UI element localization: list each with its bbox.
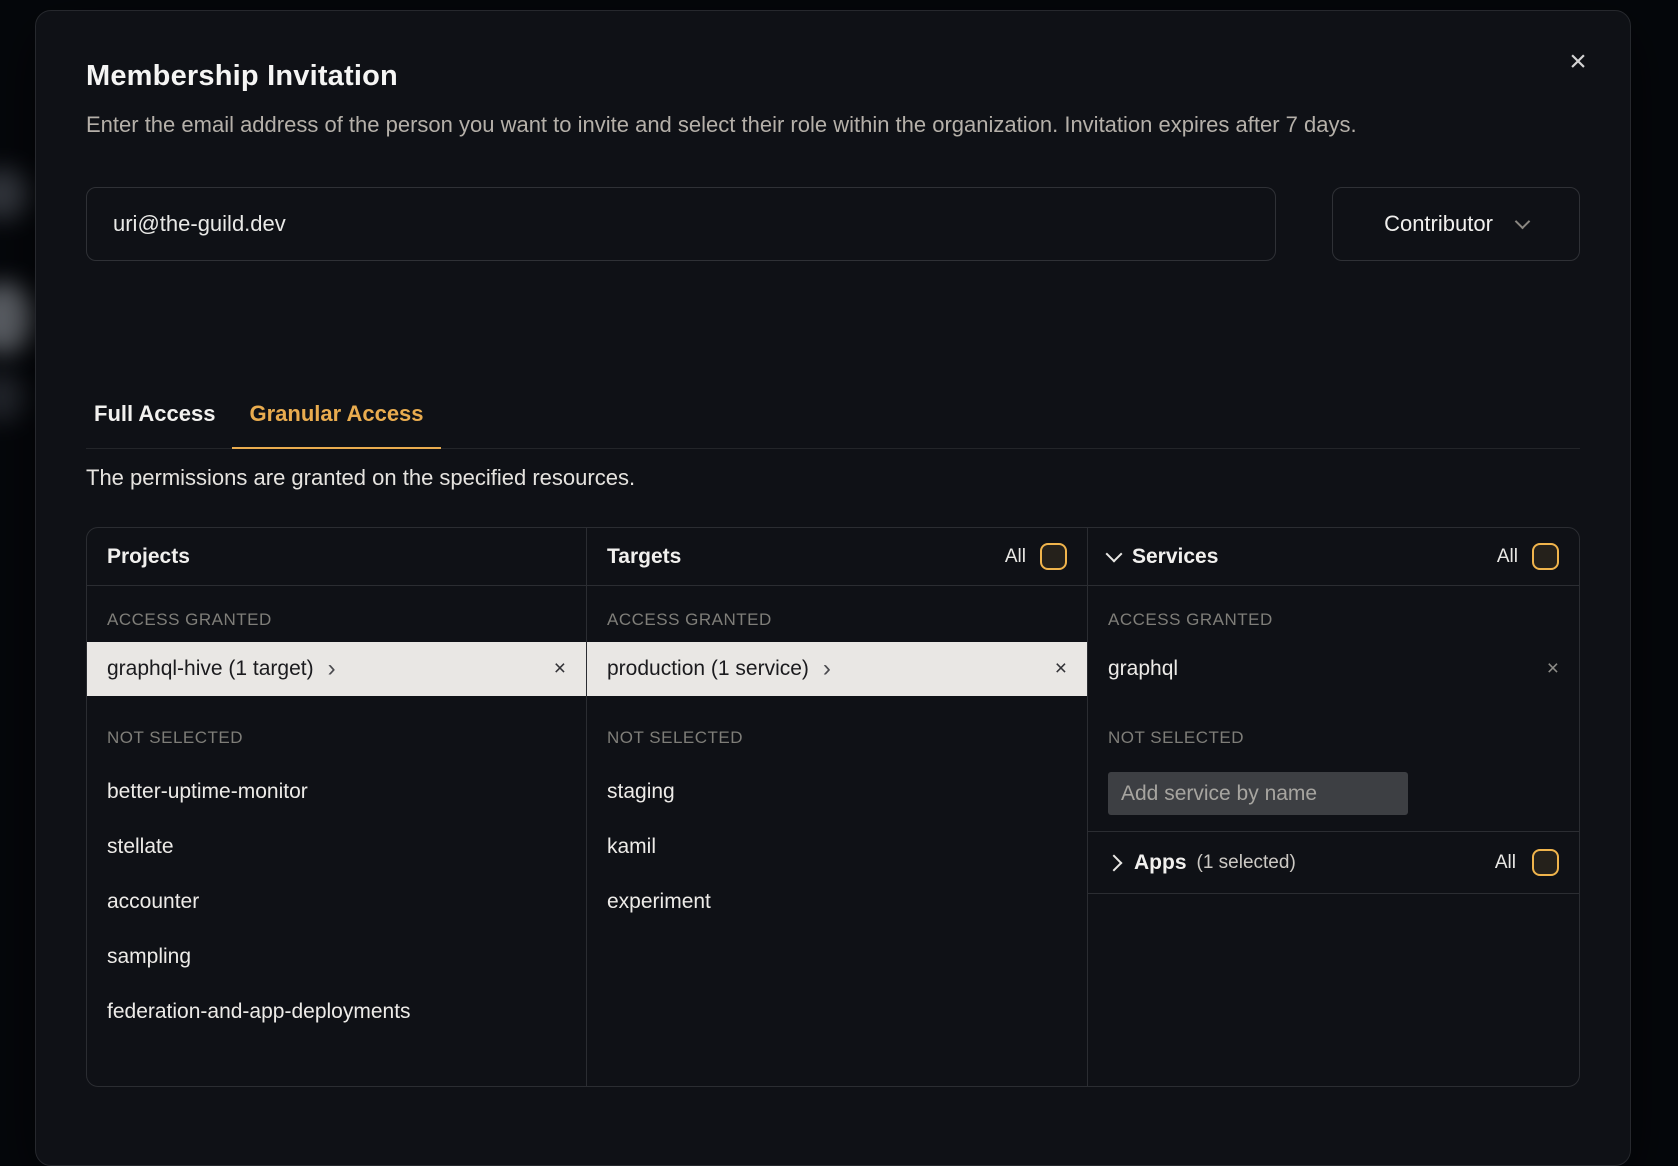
project-granted-row[interactable]: graphql-hive (1 target) › × [87, 642, 586, 696]
chevron-down-icon [1106, 546, 1123, 563]
services-content: ACCESS GRANTED graphql × NOT SELECTED [1088, 586, 1579, 832]
dialog-description: Enter the email address of the person yo… [86, 107, 1488, 143]
targets-all-label: All [1005, 546, 1026, 568]
apps-title: Apps [1134, 851, 1187, 875]
add-service-input[interactable] [1108, 772, 1408, 815]
chevron-right-icon: › [823, 659, 831, 679]
target-item[interactable]: experiment [587, 874, 1087, 929]
projects-not-selected-label: NOT SELECTED [87, 696, 586, 764]
project-granted-name: graphql-hive (1 target) [107, 657, 314, 681]
tab-granular-access[interactable]: Granular Access [232, 401, 440, 449]
project-item[interactable]: better-uptime-monitor [87, 764, 586, 819]
services-column: Services All ACCESS GRANTED graphql × NO… [1087, 528, 1579, 1086]
services-all-checkbox[interactable] [1532, 543, 1559, 570]
project-item[interactable]: stellate [87, 819, 586, 874]
targets-column: Targets All ACCESS GRANTED production (1… [586, 528, 1087, 1086]
targets-header: Targets All [587, 528, 1087, 586]
role-select-value: Contributor [1384, 211, 1493, 237]
target-granted-row[interactable]: production (1 service) › × [587, 642, 1087, 696]
projects-column: Projects ACCESS GRANTED graphql-hive (1 … [87, 528, 586, 1086]
services-not-selected-label: NOT SELECTED [1088, 696, 1579, 764]
remove-target-icon[interactable]: × [1055, 657, 1067, 681]
targets-access-granted-label: ACCESS GRANTED [587, 586, 1087, 642]
services-title: Services [1132, 545, 1218, 569]
project-item[interactable]: federation-and-app-deployments [87, 984, 586, 1039]
resources-panel: Projects ACCESS GRANTED graphql-hive (1 … [86, 527, 1580, 1087]
permissions-note: The permissions are granted on the speci… [86, 465, 1580, 491]
apps-all-checkbox[interactable] [1532, 849, 1559, 876]
services-access-granted-label: ACCESS GRANTED [1088, 586, 1579, 642]
invite-form-row: Contributor [86, 187, 1580, 261]
remove-service-icon[interactable]: × [1547, 657, 1559, 681]
apps-all-label: All [1495, 852, 1516, 874]
backdrop-blur-blob [0, 372, 26, 422]
project-item[interactable]: accounter [87, 874, 586, 929]
access-tabs: Full Access Granular Access [86, 401, 1580, 449]
membership-invitation-dialog: × Membership Invitation Enter the email … [35, 10, 1631, 1166]
services-all-label: All [1497, 546, 1518, 568]
targets-not-selected-label: NOT SELECTED [587, 696, 1087, 764]
targets-title: Targets [607, 545, 681, 569]
project-item[interactable]: sampling [87, 929, 586, 984]
close-icon[interactable]: × [1560, 45, 1596, 81]
projects-access-granted-label: ACCESS GRANTED [87, 586, 586, 642]
apps-section-row[interactable]: Apps (1 selected) All [1088, 832, 1579, 894]
projects-header: Projects [87, 528, 586, 586]
dialog-title: Membership Invitation [86, 59, 1580, 93]
role-select[interactable]: Contributor [1332, 187, 1580, 261]
chevron-right-icon: › [328, 659, 336, 679]
tab-full-access[interactable]: Full Access [86, 401, 232, 449]
service-granted-row: graphql × [1088, 642, 1579, 696]
backdrop-blur-blob [0, 282, 34, 354]
remove-project-icon[interactable]: × [554, 657, 566, 681]
projects-title: Projects [107, 545, 190, 569]
services-header[interactable]: Services All [1088, 528, 1579, 586]
email-input[interactable] [86, 187, 1276, 261]
chevron-down-icon [1515, 214, 1531, 230]
targets-all-checkbox[interactable] [1040, 543, 1067, 570]
target-item[interactable]: kamil [587, 819, 1087, 874]
service-granted-name: graphql [1108, 657, 1178, 681]
target-granted-name: production (1 service) [607, 657, 809, 681]
chevron-right-icon [1106, 854, 1123, 871]
apps-selected-count: (1 selected) [1197, 852, 1296, 874]
backdrop-blur-blob [0, 168, 30, 220]
target-item[interactable]: staging [587, 764, 1087, 819]
